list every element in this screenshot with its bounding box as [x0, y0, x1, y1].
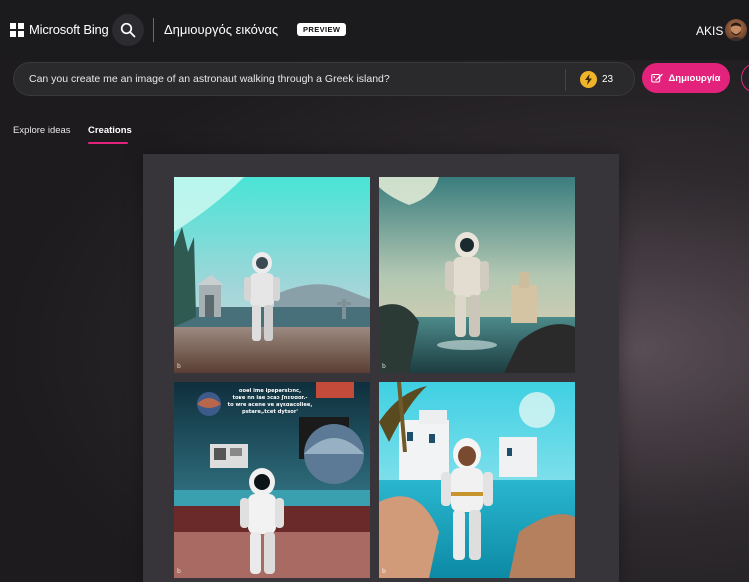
image-watermark: b — [382, 363, 386, 370]
image-watermark: b — [382, 568, 386, 575]
image-tile-4[interactable]: b — [379, 382, 575, 578]
prompt-divider — [565, 69, 566, 91]
windows-logo-icon — [10, 22, 24, 37]
search-icon — [120, 22, 136, 38]
boost-icon[interactable] — [580, 71, 597, 88]
image-tile-1[interactable]: b — [174, 177, 370, 373]
image-watermark: b — [177, 363, 181, 370]
page-title: Δημιουργός εικόνας — [164, 22, 279, 37]
user-name[interactable]: AKIS — [696, 24, 723, 38]
create-button-label: Δημιουργία — [668, 72, 721, 84]
avatar[interactable] — [725, 19, 747, 41]
tab-creations[interactable]: Creations — [88, 125, 132, 136]
header-divider — [153, 18, 154, 42]
brand-name: Microsoft Bing — [29, 22, 109, 37]
bing-logo[interactable]: Microsoft Bing — [10, 22, 109, 37]
image-tile-3[interactable]: ooəl ime ipepərsiɔnc, toʁe nn iae ɔcaɔ ʃ… — [174, 382, 370, 578]
search-button[interactable] — [112, 14, 144, 46]
image-watermark: b — [177, 568, 181, 575]
user-photo-icon — [727, 22, 745, 41]
create-button[interactable]: Δημιουργία — [642, 63, 730, 93]
astronaut-greek-village-image — [379, 382, 575, 578]
image-tile-2[interactable]: b — [379, 177, 575, 373]
create-image-icon — [651, 73, 664, 83]
prompt-text[interactable]: Can you create me an image of an astrona… — [29, 73, 390, 85]
preview-badge: PREVIEW — [297, 23, 347, 36]
tab-explore-ideas[interactable]: Explore ideas — [13, 125, 71, 136]
active-tab-indicator — [88, 142, 128, 144]
creations-panel: b b ooəl ime ipepərsiɔnc, toʁe nn iae ɔc… — [143, 154, 619, 582]
prompt-input[interactable]: Can you create me an image of an astrona… — [13, 62, 635, 96]
top-header: Microsoft Bing Δημιουργός εικόνας PREVIE… — [0, 0, 749, 60]
astronaut-beach-image — [174, 177, 370, 373]
lightning-icon — [585, 74, 592, 85]
astronaut-sea-image — [379, 177, 575, 373]
boost-count: 23 — [602, 74, 614, 85]
image-garbled-text: ooəl ime ipepərsiɔnc, toʁe nn iae ɔcaɔ ʃ… — [227, 388, 313, 415]
extra-round-button[interactable] — [741, 63, 749, 93]
